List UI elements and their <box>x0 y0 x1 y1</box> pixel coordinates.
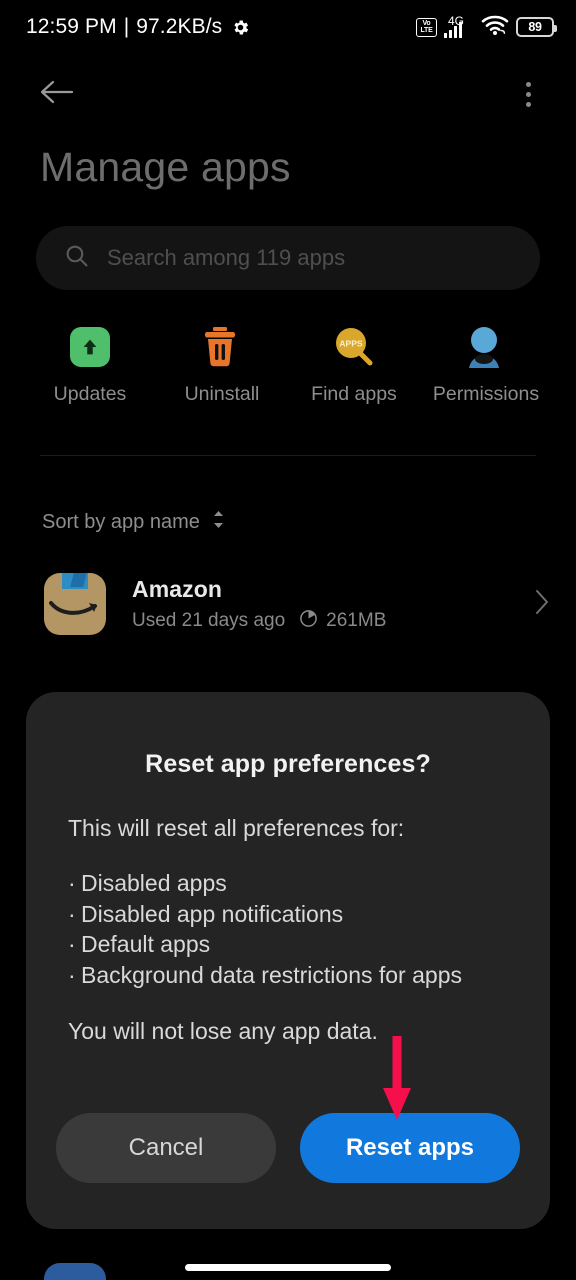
quick-action-updates[interactable]: Updates <box>24 325 156 406</box>
dialog-bullet-list: · Disabled apps · Disabled app notificat… <box>56 868 520 990</box>
volte-bottom-label: LTE <box>420 27 433 34</box>
sort-control[interactable]: Sort by app name <box>42 509 226 535</box>
search-icon <box>64 243 89 273</box>
battery-icon: 89 <box>516 17 557 37</box>
bullet-text: Disabled apps <box>81 870 227 896</box>
more-vertical-icon <box>525 101 531 107</box>
svg-text:APPS: APPS <box>339 339 362 349</box>
app-size-label: 261MB <box>326 609 387 631</box>
status-bar-left: 12:59 PM | 97.2KB/s <box>26 15 250 39</box>
app-icon-amazon <box>44 573 106 635</box>
app-icon-bluetooth <box>44 1263 106 1280</box>
person-icon <box>464 325 508 369</box>
quick-action-label: Find apps <box>311 383 397 405</box>
cellular-signal-icon: 4G <box>444 14 474 38</box>
search-input[interactable]: Search among 119 apps <box>36 226 540 290</box>
quick-actions-row: Updates Uninstall APPS Find apps Permiss… <box>24 325 552 406</box>
bullet-text: Default apps <box>81 931 211 957</box>
page-title: Manage apps <box>40 144 291 190</box>
gear-icon <box>231 18 250 37</box>
app-list: Amazon Used 21 days ago 261MB <box>0 565 576 643</box>
dialog-title: Reset app preferences? <box>145 750 431 778</box>
table-row[interactable]: Amazon Used 21 days ago 261MB <box>0 565 576 643</box>
status-bar: 12:59 PM | 97.2KB/s Vo LTE 4G 89 <box>0 0 576 54</box>
app-name: Amazon <box>132 575 223 602</box>
back-arrow-icon <box>40 79 76 110</box>
dialog-intro-text: This will reset all preferences for: <box>68 815 405 841</box>
bullet-marker: · <box>68 961 76 988</box>
app-subtitle: Used 21 days ago 261MB <box>132 609 508 633</box>
more-vertical-icon <box>525 91 531 97</box>
quick-action-find-apps[interactable]: APPS Find apps <box>288 325 420 406</box>
phone-screen: 12:59 PM | 97.2KB/s Vo LTE 4G 89 Manage … <box>0 0 576 1280</box>
quick-action-label: Uninstall <box>184 383 260 405</box>
pie-chart-icon <box>299 609 318 633</box>
app-storage: 261MB <box>299 609 386 633</box>
search-placeholder: Search among 119 apps <box>107 245 346 270</box>
quick-action-label: Permissions <box>432 383 540 405</box>
bullet-text: Background data restrictions for apps <box>81 961 462 988</box>
chevron-right-icon <box>534 588 550 621</box>
list-item: · Background data restrictions for apps <box>68 960 520 991</box>
wifi-icon <box>481 14 509 40</box>
more-vertical-icon <box>525 81 531 87</box>
reset-apps-button[interactable]: Reset apps <box>300 1113 520 1183</box>
app-bar <box>0 62 576 126</box>
updates-upload-icon <box>68 325 112 369</box>
dialog-footnote: You will not lose any app data. <box>68 1018 378 1044</box>
status-bar-right: Vo LTE 4G 89 <box>416 14 557 40</box>
section-divider <box>40 455 536 456</box>
quick-action-uninstall[interactable]: Uninstall <box>156 325 288 406</box>
quick-action-permissions[interactable]: Permissions <box>420 325 552 406</box>
list-item: · Disabled apps <box>68 868 520 899</box>
back-button[interactable] <box>40 72 84 116</box>
status-time: 12:59 PM <box>26 15 117 38</box>
trash-icon <box>200 325 244 369</box>
cancel-button[interactable]: Cancel <box>56 1113 276 1183</box>
sort-chevrons-icon <box>211 509 226 535</box>
app-meta: Amazon Used 21 days ago 261MB <box>132 576 508 633</box>
bullet-marker: · <box>68 900 76 927</box>
magnifier-apps-icon: APPS <box>332 325 376 369</box>
list-item: · Default apps <box>68 929 520 960</box>
quick-action-label: Updates <box>53 383 127 405</box>
signal-bars <box>444 22 463 38</box>
status-network-speed: 97.2KB/s <box>136 15 223 38</box>
list-item: · Disabled app notifications <box>68 899 520 930</box>
home-gesture-pill[interactable] <box>185 1264 391 1271</box>
overflow-menu-button[interactable] <box>506 72 550 116</box>
battery-level-label: 89 <box>528 20 542 34</box>
bullet-text: Disabled app notifications <box>81 900 344 927</box>
bullet-marker: · <box>68 931 76 957</box>
reset-preferences-dialog: Reset app preferences? This will reset a… <box>26 692 550 1229</box>
sort-label: Sort by app name <box>42 510 200 533</box>
bullet-marker: · <box>68 870 76 896</box>
dialog-actions: Cancel Reset apps <box>56 1113 520 1183</box>
volte-top-label: Vo <box>422 20 431 27</box>
app-last-used: Used 21 days ago <box>132 609 286 631</box>
volte-icon: Vo LTE <box>416 17 437 37</box>
status-separator: | <box>123 15 130 38</box>
